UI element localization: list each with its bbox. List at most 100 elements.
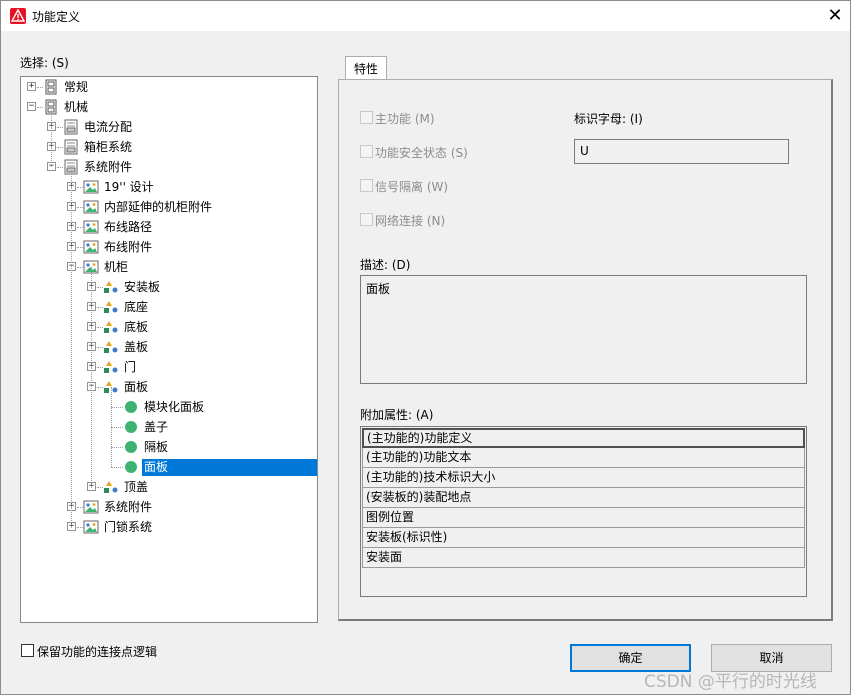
tree-item[interactable]: + 布线路径 [21,217,317,237]
option-checkbox[interactable] [360,213,373,226]
tree-item-label[interactable]: 模块化面板 [142,399,206,416]
tree-item[interactable]: + 门 [21,357,317,377]
picture-icon [83,219,99,235]
option-checkbox[interactable] [360,179,373,192]
tree-connector [71,167,72,527]
tree-item[interactable]: − 系统附件 [21,157,317,177]
tree-connector [111,467,123,468]
keep-logic-label: 保留功能的连接点逻辑 [37,645,158,659]
picture-icon [83,239,99,255]
tree-item-label[interactable]: 常规 [62,79,90,96]
option-checkbox-label: 功能安全状态 (S) [375,146,468,160]
shapes-icon [103,479,119,495]
picture-icon [83,199,99,215]
option-checkbox-label: 主功能 (M) [375,112,435,126]
collapse-icon[interactable]: − [27,102,36,111]
cabinet-icon [43,79,59,95]
green-dot-icon [123,419,139,435]
tree-item[interactable]: + 盖板 [21,337,317,357]
description-label: 描述: (D) [360,258,411,272]
tree-item-label[interactable]: 布线路径 [102,219,154,236]
tree-connector [91,267,92,487]
tree-item[interactable]: + 内部延伸的机柜附件 [21,197,317,217]
tree-item-label[interactable]: 系统附件 [82,159,134,176]
tree-connector [51,107,52,167]
shapes-icon [103,359,119,375]
attributes-list[interactable]: (主功能的)功能定义 (主功能的)功能文本 (主功能的)技术标识大小 (安装板的)装配… [360,426,807,597]
tree-item[interactable]: + 箱柜系统 [21,137,317,157]
tree-item[interactable]: + 顶盖 [21,477,317,497]
select-label: 选择: (S) [20,56,69,70]
rack-icon [63,139,79,155]
tree-item[interactable]: − 机柜 [21,257,317,277]
option-checkbox[interactable] [360,145,373,158]
tree-item-label[interactable]: 机柜 [102,259,130,276]
tree-item-label[interactable]: 隔板 [142,439,170,456]
tree-item-label[interactable]: 门 [122,359,138,376]
description-textarea[interactable]: 面板 [360,275,807,384]
tree-item-label[interactable]: 底板 [122,319,150,336]
tree-item-label[interactable]: 面板 [122,379,150,396]
window-title: 功能定义 [32,10,81,24]
rack-icon [63,119,79,135]
close-icon[interactable]: ✕ [821,1,849,31]
tree-item-label[interactable]: 内部延伸的机柜附件 [102,199,214,216]
tree-item-label[interactable]: 机械 [62,99,90,116]
identifier-field[interactable]: U [574,139,789,164]
keep-logic-checkbox[interactable] [21,644,34,657]
attribute-row[interactable]: (主功能的)技术标识大小 [362,468,805,488]
tree-connector [111,407,123,408]
tree-item-label[interactable]: 系统附件 [102,499,154,516]
shapes-icon [103,339,119,355]
tree-item[interactable]: + 布线附件 [21,237,317,257]
green-dot-icon [123,399,139,415]
tree-item-label[interactable]: 箱柜系统 [82,139,134,156]
attribute-row[interactable]: 安装板(标识性) [362,528,805,548]
attribute-row[interactable]: (主功能的)功能文本 [362,448,805,468]
tree-item[interactable]: + 常规 [21,77,317,97]
shapes-icon [103,299,119,315]
tree-item[interactable]: + 系统附件 [21,497,317,517]
tree-item-label[interactable]: 19'' 设计 [102,179,156,196]
attribute-row[interactable]: (主功能的)功能定义 [362,428,805,448]
attribute-row[interactable]: 图例位置 [362,508,805,528]
tree-item-label[interactable]: 底座 [122,299,150,316]
option-checkbox[interactable] [360,111,373,124]
tree-item-label[interactable]: 面板 [142,459,317,476]
tree-item-label[interactable]: 安装板 [122,279,162,296]
title-bar: 功能定义 ✕ [1,1,850,31]
tree-item-label[interactable]: 布线附件 [102,239,154,256]
description-value: 面板 [366,282,391,296]
attribute-row[interactable]: 安装面 [362,548,805,568]
picture-icon [83,179,99,195]
tree-item[interactable]: − 面板 [21,377,317,397]
tree-item[interactable]: 隔板 [21,437,317,457]
function-tree[interactable]: + 常规 − 机械 + 电流分配 + 箱柜系统 − 系统附件 +19'' 设计 + 内部延伸的机柜附件 +… [20,76,318,623]
app-warning-icon [10,8,26,24]
green-dot-icon [123,459,139,475]
tree-item[interactable]: +19'' 设计 [21,177,317,197]
tree-item[interactable]: − 机械 [21,97,317,117]
function-definition-dialog: 功能定义 ✕ 选择: (S) + 常规 − 机械 + 电流分配 + 箱柜系统 − 系统附件 +19'… [0,0,851,695]
watermark: CSDN @平行的时光线 [644,672,817,692]
tree-item[interactable]: 盖子 [21,417,317,437]
tree-item[interactable]: 面板 [21,457,317,477]
tree-item-label[interactable]: 盖子 [142,419,170,436]
picture-icon [83,519,99,535]
expand-icon[interactable]: + [27,82,36,91]
tree-item-label[interactable]: 门锁系统 [102,519,154,536]
tree-item[interactable]: + 电流分配 [21,117,317,137]
tree-item[interactable]: + 安装板 [21,277,317,297]
tree-item[interactable]: + 门锁系统 [21,517,317,537]
tree-item[interactable]: + 底座 [21,297,317,317]
attribute-row[interactable]: (安装板的)装配地点 [362,488,805,508]
tree-item-label[interactable]: 顶盖 [122,479,150,496]
tree-item[interactable]: 模块化面板 [21,397,317,417]
shapes-icon [103,279,119,295]
tree-item-label[interactable]: 盖板 [122,339,150,356]
shapes-icon [103,319,119,335]
tree-item[interactable]: + 底板 [21,317,317,337]
tab-properties[interactable]: 特性 [345,56,387,80]
identifier-label: 标识字母: (I) [574,112,643,126]
tree-item-label[interactable]: 电流分配 [82,119,134,136]
